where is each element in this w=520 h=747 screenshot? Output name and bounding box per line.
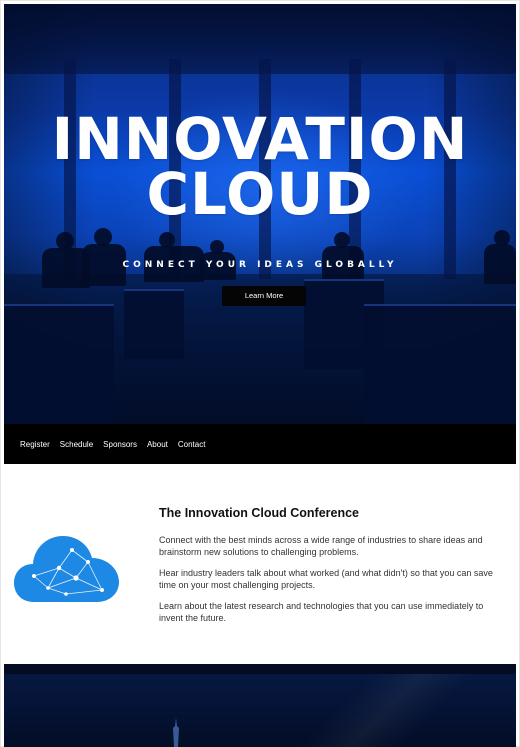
nav-item-about[interactable]: About	[147, 440, 168, 449]
intro-paragraph: Connect with the best minds across a wid…	[159, 535, 483, 557]
intro-paragraph: Learn about the latest research and tech…	[159, 601, 484, 623]
intro-paragraph: Hear industry leaders talk about what wo…	[159, 568, 493, 590]
tower-spire-icon	[173, 718, 179, 747]
hero-desk	[124, 289, 184, 359]
learn-more-button[interactable]: Learn More	[222, 286, 306, 306]
band-light-rays	[296, 674, 476, 747]
cloud-network-icon	[14, 536, 119, 602]
nav-item-schedule[interactable]: Schedule	[60, 440, 93, 449]
intro-heading: The Innovation Cloud Conference	[159, 506, 360, 520]
nav-item-sponsors[interactable]: Sponsors	[103, 440, 137, 449]
hero-section: INNOVATION CLOUD CONNECT YOUR IDEAS GLOB…	[4, 4, 516, 424]
secondary-hero-band	[4, 664, 516, 747]
main-nav: Register Schedule Sponsors About Contact	[4, 424, 516, 464]
hero-title-line2: CLOUD	[146, 160, 374, 228]
band-top-strip	[4, 664, 516, 674]
nav-item-register[interactable]: Register	[20, 440, 50, 449]
hero-desk	[364, 304, 516, 424]
hero-tagline: CONNECT YOUR IDEAS GLOBALLY	[122, 260, 398, 270]
hero-desk	[4, 304, 114, 424]
nav-item-contact[interactable]: Contact	[178, 440, 206, 449]
intro-section: The Innovation Cloud Conference Connect …	[4, 464, 516, 664]
